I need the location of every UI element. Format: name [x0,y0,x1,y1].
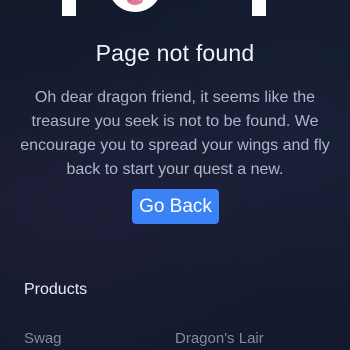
zero-circle [108,0,162,12]
footer-link-dragons-lair[interactable]: Dragon's Lair [175,330,264,347]
dragon-icon [127,0,143,5]
footer-link-swag[interactable]: Swag [24,330,62,347]
not-found-message: Oh dear dragon friend, it seems like the… [20,89,330,178]
not-found-page: Page not found Oh dear dragon friend, it… [0,0,350,350]
page-title: Page not found [95,40,255,66]
footer-products-heading: Products [24,281,88,298]
four-right-stroke [252,0,266,16]
four-left-stroke [62,0,76,16]
hero-404-illustration [0,0,350,22]
go-back-button[interactable]: Go Back [132,189,219,224]
